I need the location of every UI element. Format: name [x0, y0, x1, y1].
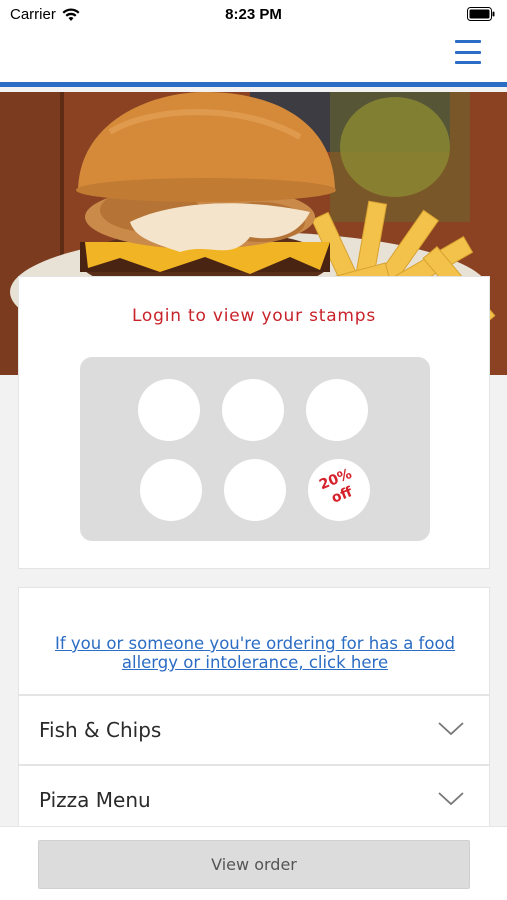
reward-stamp: 20% off	[308, 459, 370, 521]
menu-category-pizza[interactable]: Pizza Menu	[18, 765, 490, 835]
chevron-down-icon	[438, 792, 464, 806]
stamp-grid: 20% off	[80, 357, 430, 541]
status-time: 8:23 PM	[225, 6, 282, 23]
stamp-login-prompt[interactable]: Login to view your stamps	[19, 306, 489, 326]
stamp-card: Login to view your stamps 20% off	[18, 276, 490, 569]
menu-category-fish-and-chips[interactable]: Fish & Chips	[18, 695, 490, 765]
stamp-slot	[306, 379, 368, 441]
stamp-slot	[224, 459, 286, 521]
stamp-slot	[138, 379, 200, 441]
battery-icon	[467, 7, 495, 25]
stamp-slot	[140, 459, 202, 521]
status-bar: Carrier 8:23 PM	[0, 0, 507, 30]
menu-category-label: Fish & Chips	[39, 718, 162, 742]
allergy-link-line2: allergy or intolerance, click here	[121, 653, 389, 672]
menu-category-label: Pizza Menu	[39, 788, 151, 812]
app-header	[0, 30, 507, 87]
view-order-button[interactable]: View order	[38, 840, 470, 889]
hamburger-menu-icon[interactable]	[455, 40, 481, 64]
allergy-info-link[interactable]: If you or someone you're ordering for ha…	[39, 634, 471, 672]
allergy-link-line1: If you or someone you're ordering for ha…	[54, 634, 456, 653]
allergy-card: If you or someone you're ordering for ha…	[18, 587, 490, 695]
reward-label: 20% off	[304, 461, 374, 516]
footer-bar: View order	[0, 826, 507, 900]
stamp-slot	[222, 379, 284, 441]
chevron-down-icon	[438, 722, 464, 736]
